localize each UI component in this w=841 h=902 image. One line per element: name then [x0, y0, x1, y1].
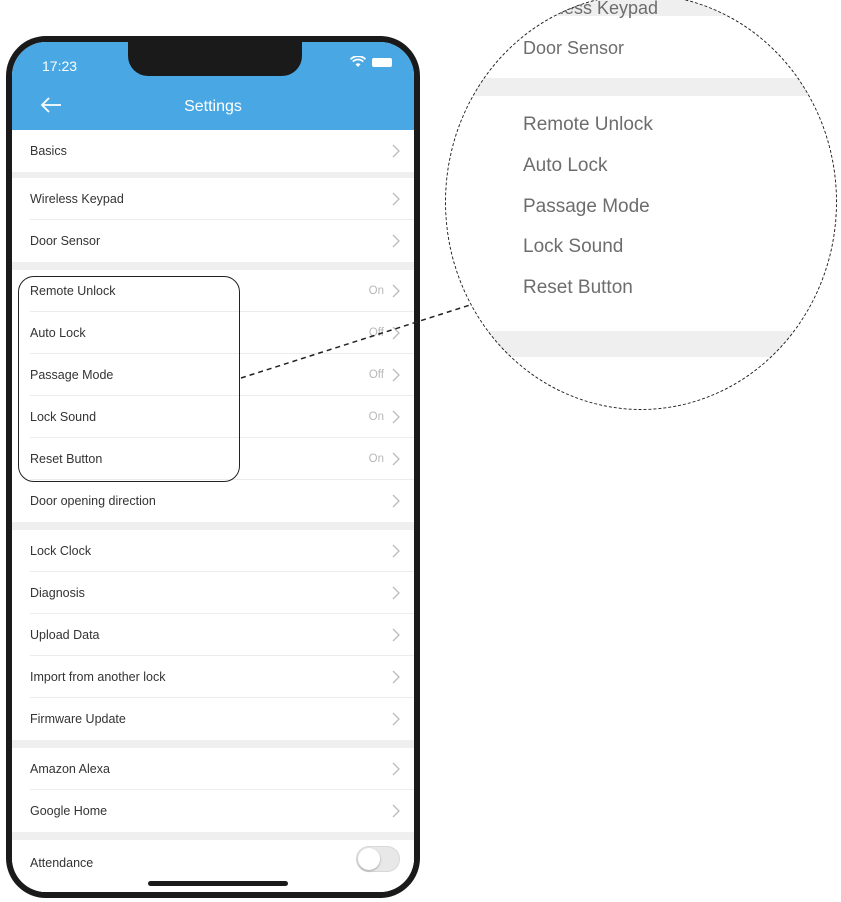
zoom-connector-line: [240, 304, 471, 379]
